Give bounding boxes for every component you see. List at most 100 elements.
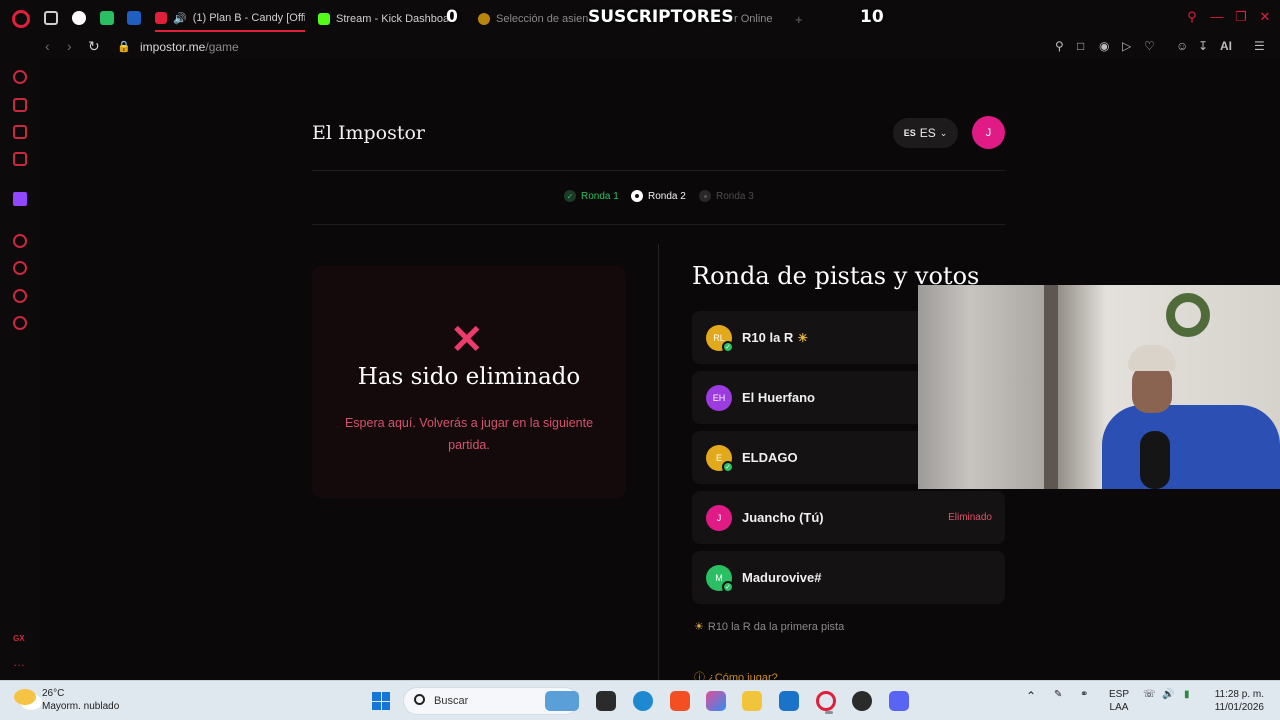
opera-logo-icon[interactable] xyxy=(12,10,30,28)
weather-desc[interactable]: Mayorm. nublado xyxy=(42,701,119,712)
outlook-icon[interactable] xyxy=(779,691,799,711)
tab-label: Stream - Kick Dashboard xyxy=(336,13,448,25)
store-icon[interactable] xyxy=(13,98,27,112)
obs-icon[interactable] xyxy=(852,691,872,711)
close-icon[interactable]: ✕ xyxy=(1258,10,1272,24)
player-name: Juancho (Tú) xyxy=(742,510,824,525)
news-icon[interactable] xyxy=(13,125,27,139)
round-label: Ronda 3 xyxy=(716,190,754,202)
site-title[interactable]: El Impostor xyxy=(312,122,425,144)
tab-game[interactable]: r Online xyxy=(734,6,790,32)
rounds-divider xyxy=(312,224,1005,225)
weather-icon[interactable] xyxy=(14,689,36,705)
plus-app-icon[interactable] xyxy=(100,11,114,25)
microphone xyxy=(1140,431,1170,489)
play-icon[interactable]: ▷ xyxy=(1122,39,1131,53)
more-icon[interactable]: … xyxy=(13,656,27,672)
url-field[interactable]: impostor.me/game xyxy=(140,40,239,54)
input-language[interactable]: ESP LAA xyxy=(1109,688,1129,714)
forward-icon[interactable]: › xyxy=(67,38,72,54)
ai-label: AI xyxy=(1220,39,1232,53)
weather-temp[interactable]: 26°C xyxy=(42,688,64,699)
download-icon[interactable]: ↧ xyxy=(1198,39,1208,53)
player-card[interactable]: J Juancho (Tú) Eliminado xyxy=(692,491,1005,544)
search-highlight-icon[interactable] xyxy=(545,691,579,711)
back-icon[interactable]: ‹ xyxy=(45,38,50,54)
profile-icon[interactable]: ☺ xyxy=(1176,39,1188,53)
lock-icon: 🔒 xyxy=(117,41,131,53)
mic-icon[interactable]: ⚭ xyxy=(1080,689,1088,700)
restore-icon[interactable]: ❐ xyxy=(1234,10,1248,24)
minimize-icon[interactable]: — xyxy=(1210,10,1224,24)
search-tabs-icon[interactable]: ⚲ xyxy=(1185,10,1199,24)
speed-dial-icon[interactable] xyxy=(13,70,27,84)
pen-icon[interactable]: ✎ xyxy=(1054,689,1062,700)
round-label: Ronda 1 xyxy=(581,190,619,202)
close-x-icon: ✕ xyxy=(450,318,484,362)
pin-icon[interactable]: ⚲ xyxy=(1055,39,1064,53)
chevron-up-icon[interactable]: ⌃ xyxy=(1026,689,1036,703)
volume-icon[interactable]: 🔊 xyxy=(1162,689,1174,700)
edge-icon[interactable] xyxy=(633,691,653,711)
menu-icon[interactable]: ☰ xyxy=(1254,39,1265,53)
how-to-play-link[interactable]: ⓘ ¿Cómo jugar? xyxy=(694,669,778,680)
eliminated-card: ✕ Has sido eliminado Espera aquí. Volver… xyxy=(312,266,626,498)
phone-icon[interactable]: ☏ xyxy=(1143,689,1156,700)
player-initials: EH xyxy=(712,393,726,403)
copilot-icon[interactable] xyxy=(706,691,726,711)
heart-icon[interactable]: ♡ xyxy=(1144,39,1155,53)
messenger-icon[interactable] xyxy=(13,152,27,166)
player-card[interactable]: M ✓ Madurovive# xyxy=(692,551,1005,604)
lang-top: ESP xyxy=(1109,689,1130,700)
ai-button[interactable]: AI xyxy=(1220,39,1232,53)
file-explorer-icon[interactable] xyxy=(742,691,762,711)
opera-gx-taskbar-icon[interactable] xyxy=(816,691,836,714)
player-initials: J xyxy=(716,513,722,523)
url-host: impostor.me xyxy=(140,40,206,54)
battery-icon[interactable]: ▮ xyxy=(1184,689,1190,700)
gamepad-icon[interactable] xyxy=(44,11,58,25)
tab-seats[interactable]: Selección de asient xyxy=(478,6,588,32)
tab-kick[interactable]: Stream - Kick Dashboard xyxy=(318,6,448,32)
player-avatar: J xyxy=(706,505,732,531)
taskbar: 26°C Mayorm. nublado Buscar ⌃ ✎ ⚭ ESP LA… xyxy=(0,680,1280,720)
snapshot-icon[interactable]: □ xyxy=(1077,39,1084,53)
language-selector[interactable]: ES ES ⌄ xyxy=(893,118,958,148)
system-clock[interactable]: 11:28 p. m. 11/01/2026 xyxy=(1206,688,1264,714)
settings-gear-icon[interactable] xyxy=(13,316,27,330)
tab-youtube[interactable]: 🔊 (1) Plan B - Candy [Offi xyxy=(155,6,305,32)
youtube-icon xyxy=(155,12,167,24)
user-avatar[interactable]: J xyxy=(972,116,1005,149)
player-initials: E xyxy=(715,453,722,463)
shield-icon[interactable]: ◉ xyxy=(1099,39,1109,53)
starter-sun-icon: ☀ xyxy=(797,331,809,345)
info-icon: ⓘ xyxy=(694,672,709,680)
player-name: Madurovive# xyxy=(742,570,822,585)
discord-icon[interactable] xyxy=(889,691,909,711)
calendar-app-icon[interactable] xyxy=(127,11,141,25)
reload-icon[interactable]: ↻ xyxy=(88,38,100,55)
streamer xyxy=(1102,345,1280,489)
webcam-wreath xyxy=(1166,293,1210,337)
webcam-overlay xyxy=(918,285,1280,489)
record-icon[interactable] xyxy=(72,11,86,25)
round-1: ✓ Ronda 1 xyxy=(564,190,619,202)
eliminated-subtitle: Espera aquí. Volverás a jugar en la sigu… xyxy=(344,416,594,452)
new-tab-button[interactable]: + xyxy=(795,6,807,32)
start-button[interactable] xyxy=(372,692,390,710)
twitch-icon[interactable] xyxy=(13,192,27,206)
player-icon[interactable] xyxy=(13,234,27,248)
brave-icon[interactable] xyxy=(670,691,690,711)
webcam-door xyxy=(918,285,1048,489)
player-name: ELDAGO xyxy=(742,450,798,465)
round-label: Ronda 2 xyxy=(648,190,686,202)
history-icon[interactable] xyxy=(13,261,27,275)
gx-icon[interactable]: GX xyxy=(13,634,25,648)
streamer-face xyxy=(1132,365,1172,413)
header-divider xyxy=(312,170,1005,171)
round-3: Ronda 3 xyxy=(699,190,754,202)
taskview-icon[interactable] xyxy=(596,691,616,711)
overlay-right-count: 10 xyxy=(860,7,884,27)
extensions-icon[interactable] xyxy=(13,289,27,303)
speaker-icon: 🔊 xyxy=(173,12,187,25)
